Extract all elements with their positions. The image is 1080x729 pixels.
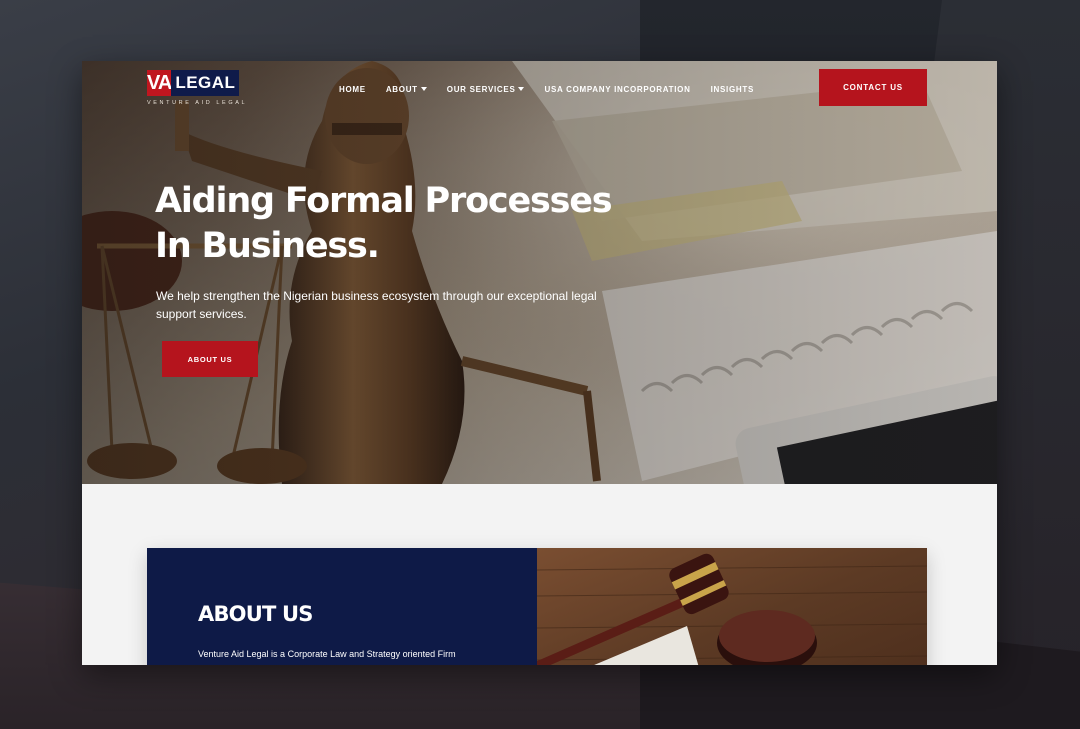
nav-item-about[interactable]: ABOUT [386,82,427,96]
logo-mark: VA LEGAL [147,70,240,96]
contact-us-button[interactable]: CONTACT US [819,69,927,106]
hero-overlay [82,61,997,484]
about-gavel-image [537,548,927,665]
nav-item-label: ABOUT [385,84,418,94]
website-frame: VA LEGAL VENTURE AID LEGAL HOME ABOUT OU… [82,61,997,665]
site-logo[interactable]: VA LEGAL VENTURE AID LEGAL [147,70,248,110]
main-nav: HOME ABOUT OUR SERVICES USA COMPANY INCO… [339,82,774,96]
about-text-panel: ABOUT US Venture Aid Legal is a Corporat… [147,548,537,665]
chevron-down-icon [518,87,525,91]
hero-description: We help strengthen the Nigerian business… [156,289,597,321]
nav-item-insights[interactable]: INSIGHTS [711,82,754,96]
chevron-down-icon [420,87,427,91]
gavel-illustration [537,548,927,665]
nav-item-our-services[interactable]: OUR SERVICES [447,82,525,96]
about-title: ABOUT US [198,602,313,626]
logo-va-text: VA [147,70,172,96]
nav-item-label: INSIGHTS [710,84,754,94]
nav-item-usa-company-incorporation[interactable]: USA COMPANY INCORPORATION [544,82,690,96]
nav-item-label: OUR SERVICES [446,84,516,94]
hero-title-line: Aiding Formal Processes [155,181,613,221]
about-us-button[interactable]: ABOUT US [162,341,258,377]
logo-tagline: VENTURE AID LEGAL [147,100,248,106]
hero-title: Aiding Formal Processes In Business. [155,179,615,269]
logo-legal-text: LEGAL [171,70,240,96]
about-section: ABOUT US Venture Aid Legal is a Corporat… [147,548,927,665]
nav-item-label: USA COMPANY INCORPORATION [544,84,691,94]
hero-title-line: In Business. [155,226,380,266]
nav-item-home[interactable]: HOME [339,82,366,96]
nav-item-label: HOME [339,84,366,94]
about-description: Venture Aid Legal is a Corporate Law and… [198,649,456,659]
hero-section: VA LEGAL VENTURE AID LEGAL HOME ABOUT OU… [82,61,997,484]
